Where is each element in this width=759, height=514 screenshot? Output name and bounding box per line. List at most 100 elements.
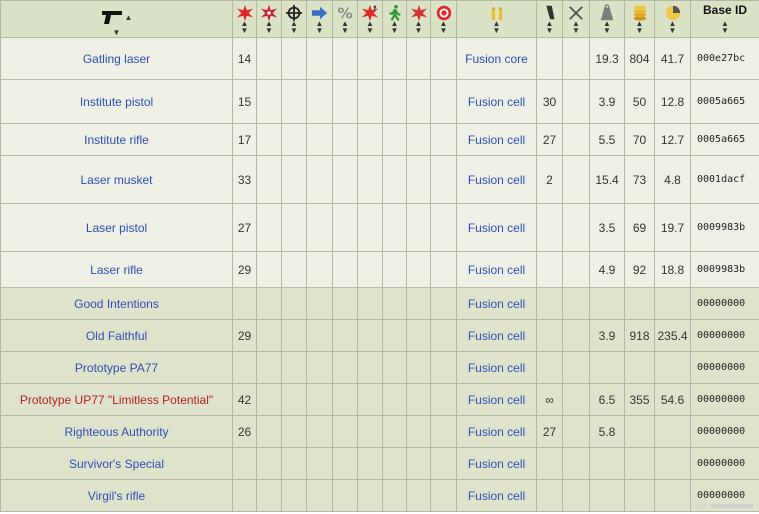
ammo-link[interactable]: Fusion cell xyxy=(456,203,537,252)
magazine-cell: 27 xyxy=(536,415,563,448)
value-weight-cell: 18.8 xyxy=(654,251,691,288)
value-cell xyxy=(624,351,655,384)
sort-arrows-icon[interactable]: ▲ ▼ xyxy=(366,20,374,35)
sort-arrows-icon[interactable]: ▲ ▼ xyxy=(603,20,611,35)
col-vats-damage[interactable]: ▲ ▼ xyxy=(406,0,431,38)
ammo-link[interactable]: Fusion cell xyxy=(456,287,537,320)
sort-arrows-icon[interactable]: ▲ ▼ xyxy=(415,20,423,35)
weapon-name-link[interactable]: Prototype UP77 "Limitless Potential" xyxy=(0,383,233,416)
ap-cost-cell xyxy=(382,351,407,384)
weapon-name-link[interactable]: Laser pistol xyxy=(0,203,233,252)
accuracy-cell xyxy=(281,383,307,416)
sort-arrows-icon[interactable]: ▲ ▼ xyxy=(440,20,448,35)
sort-arrows-icon[interactable]: ▲ ▼ xyxy=(493,20,501,35)
ammo-link[interactable]: Fusion cell xyxy=(456,351,537,384)
vats-damage-cell xyxy=(406,319,431,352)
dps-cell xyxy=(256,123,282,156)
vats-damage-cell xyxy=(406,203,431,252)
projectiles-cell xyxy=(430,351,457,384)
col-rate-of-fire[interactable]: ▲ ▼ xyxy=(306,0,333,38)
ammo-link[interactable]: Fusion cell xyxy=(456,415,537,448)
sort-arrows-icon[interactable]: ▲ ▼ xyxy=(636,20,644,35)
weapon-name-link[interactable]: Old Faithful xyxy=(0,319,233,352)
ap-cost-cell xyxy=(382,319,407,352)
col-base-id[interactable]: Base ID ▲ ▼ xyxy=(690,0,759,38)
weapon-name-link[interactable]: Institute rifle xyxy=(0,123,233,156)
magazine-cell xyxy=(536,479,563,512)
col-value[interactable]: ▲ ▼ xyxy=(624,0,655,38)
header-row: ▲ ▼ ▲ ▼ ▲ ▼ ▲ ▼ ▲ ▼ % ▲ ▼ ▲ ▼ ▲ ▼ ▲ ▼ ▲ ▼ ▲ ▼ ▲ ▼ ▲ ▼ … xyxy=(0,0,759,38)
accuracy-cell xyxy=(281,251,307,288)
magazine-cell xyxy=(536,37,563,80)
base-id-cell: 00000000 xyxy=(690,287,759,320)
accuracy-cell xyxy=(281,203,307,252)
damage-cell: 14 xyxy=(232,37,257,80)
damage-cell: 29 xyxy=(232,319,257,352)
col-critical-damage[interactable]: ▲ ▼ xyxy=(357,0,383,38)
ammo-link[interactable]: Fusion cell xyxy=(456,251,537,288)
col-value-weight[interactable]: ▲ ▼ xyxy=(654,0,691,38)
table-row: Laser musket 33 Fusion cell 2 15.4 73 4.8 0001d… xyxy=(0,155,759,204)
sort-arrows-icon[interactable]: ▲ ▼ xyxy=(721,20,729,35)
sort-arrows-icon[interactable]: ▲ ▼ xyxy=(391,20,399,35)
weight-cell: 5.5 xyxy=(589,123,625,156)
col-repair[interactable]: ▲ ▼ xyxy=(562,0,590,38)
sort-arrows-icon[interactable]: ▲ ▼ xyxy=(241,20,249,35)
dps-cell xyxy=(256,351,282,384)
value-cell xyxy=(624,447,655,480)
sort-arrows-icon[interactable]: ▲ ▼ xyxy=(669,20,677,35)
col-critical-chance[interactable]: % ▲ ▼ xyxy=(332,0,358,38)
col-ap-cost[interactable]: ▲ ▼ xyxy=(382,0,407,38)
rate-of-fire-cell xyxy=(306,79,333,124)
sort-arrows-icon[interactable]: ▲ ▼ xyxy=(316,20,324,35)
ammo-link[interactable]: Fusion cell xyxy=(456,447,537,480)
weapon-name-link[interactable]: Prototype PA77 xyxy=(0,351,233,384)
value-cell xyxy=(624,415,655,448)
weapon-name-link[interactable]: Gatling laser xyxy=(0,37,233,80)
weapon-name-link[interactable]: Laser rifle xyxy=(0,251,233,288)
vats-damage-cell xyxy=(406,351,431,384)
sort-arrows-icon[interactable]: ▲ ▼ xyxy=(341,20,349,35)
sort-arrows-icon[interactable]: ▲ ▼ xyxy=(265,20,273,35)
weapon-name-link[interactable]: Institute pistol xyxy=(0,79,233,124)
value-cell xyxy=(624,287,655,320)
ammo-link[interactable]: Fusion cell xyxy=(456,123,537,156)
col-dps[interactable]: ▲ ▼ xyxy=(256,0,282,38)
weapon-name-link[interactable]: Righteous Authority xyxy=(0,415,233,448)
magazine-cell: ∞ xyxy=(536,383,563,416)
weapon-name-link[interactable]: Laser musket xyxy=(0,155,233,204)
weapon-name-link[interactable]: Survivor's Special xyxy=(0,447,233,480)
base-id-cell: 00000000 xyxy=(690,447,759,480)
critical-chance-cell xyxy=(332,79,358,124)
col-magazine[interactable]: ▲ ▼ xyxy=(536,0,563,38)
value-weight-cell: 54.6 xyxy=(654,383,691,416)
ammo-link[interactable]: Fusion cell xyxy=(456,319,537,352)
dps-cell xyxy=(256,287,282,320)
table-row: Prototype UP77 "Limitless Potential" 42 Fu… xyxy=(0,383,759,416)
sort-arrows-icon[interactable]: ▲ ▼ xyxy=(546,20,554,35)
watermark: ◎ ▬▬▬ xyxy=(694,495,753,511)
vats-damage-cell xyxy=(406,287,431,320)
col-weight[interactable]: ▲ ▼ xyxy=(589,0,625,38)
value-weight-cell: 19.7 xyxy=(654,203,691,252)
sort-arrows-icon[interactable]: ▲ ▼ xyxy=(290,20,298,35)
ammo-link[interactable]: Fusion core xyxy=(456,37,537,80)
critical-damage-cell xyxy=(357,155,383,204)
vats-damage-cell xyxy=(406,415,431,448)
table-row: Institute pistol 15 Fusion cell 30 3.9 50 12.8… xyxy=(0,79,759,124)
ap-cost-cell xyxy=(382,37,407,80)
col-projectiles[interactable]: ▲ ▼ xyxy=(430,0,457,38)
col-damage[interactable]: ▲ ▼ xyxy=(232,0,257,38)
sort-arrows-icon[interactable]: ▲ ▼ xyxy=(572,20,580,35)
ammo-link[interactable]: Fusion cell xyxy=(456,479,537,512)
ammo-link[interactable]: Fusion cell xyxy=(456,155,537,204)
weapon-name-link[interactable]: Good Intentions xyxy=(0,287,233,320)
ammo-link[interactable]: Fusion cell xyxy=(456,79,537,124)
col-ammo[interactable]: ▲ ▼ xyxy=(456,0,537,38)
weight-cell xyxy=(589,351,625,384)
col-accuracy[interactable]: ▲ ▼ xyxy=(281,0,307,38)
col-weapon[interactable]: ▲ ▼ xyxy=(0,0,233,38)
weapon-name-link[interactable]: Virgil's rifle xyxy=(0,479,233,512)
projectiles-cell xyxy=(430,319,457,352)
ammo-link[interactable]: Fusion cell xyxy=(456,383,537,416)
